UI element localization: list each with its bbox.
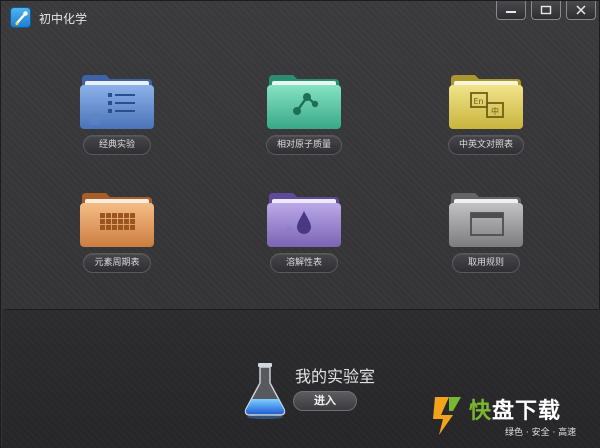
list-folder-icon [80,75,154,129]
tile-periodic-table[interactable]: 元素周期表 [62,189,172,284]
window-controls [496,1,596,21]
enter-lab-button[interactable]: 进入 [293,391,357,411]
periodic-table-folder-icon [80,193,154,247]
tile-label: 中英文对照表 [447,135,525,155]
watermark-name-a: 快 [469,399,493,424]
app-title: 初中化学 [39,12,88,26]
maximize-icon [540,5,552,15]
watermark: 快盘下载 绿色 · 安全 · 高速 [431,391,596,443]
tile-usage-rules[interactable]: 取用规则 [431,189,541,284]
watermark-name: 快盘下载 [469,393,561,425]
tile-chinese-english-table[interactable]: En 中 中英文对照表 [431,71,541,166]
watermark-name-b: 盘下载 [492,399,562,424]
watermark-logo-icon [433,397,461,435]
tile-label: 元素周期表 [83,253,151,273]
my-lab-title: 我的实验室 [295,367,376,386]
molecule-folder-icon [267,75,341,129]
drop-folder-icon [267,193,341,247]
window-folder-icon [449,193,523,247]
tile-label: 相对原子质量 [265,135,343,155]
tile-label: 经典实验 [83,135,151,155]
translate-folder-icon: En 中 [449,75,523,129]
minimize-icon [506,11,516,13]
close-icon [576,5,586,15]
tile-label: 取用规则 [452,253,520,273]
flask-icon [244,363,286,419]
close-button[interactable] [566,1,596,20]
watermark-tagline: 绿色 · 安全 · 高速 [505,428,577,438]
tile-relative-atomic-mass[interactable]: 相对原子质量 [249,71,359,166]
tile-solubility-table[interactable]: 溶解性表 [249,189,359,284]
svg-text:中: 中 [491,106,499,116]
tile-label: 溶解性表 [270,253,338,273]
tile-classic-experiments[interactable]: 经典实验 [62,71,172,166]
minimize-button[interactable] [496,1,526,20]
svg-text:En: En [474,97,484,106]
title-bar[interactable]: 初中化学 [1,1,600,35]
maximize-button[interactable] [531,1,561,20]
app-window: 初中化学 经典实验 相对原子质量 En 中 中英文对照表 元素周期表 溶解性表 … [0,0,600,448]
app-logo-icon [10,7,31,28]
